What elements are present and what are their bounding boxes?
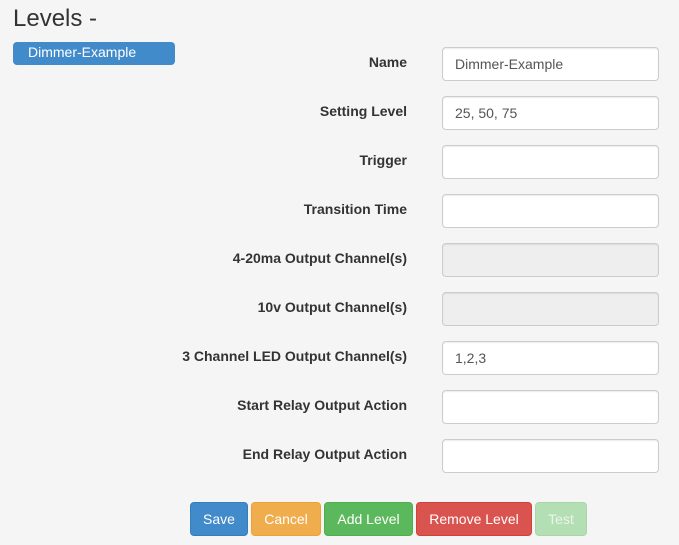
10v-output-input	[442, 292, 659, 326]
setting-level-label: Setting Level	[319, 103, 407, 119]
form-row-10v-output: 10v Output Channel(s)	[0, 292, 679, 326]
test-button: Test	[535, 502, 587, 536]
save-button[interactable]: Save	[190, 502, 248, 536]
10v-output-label: 10v Output Channel(s)	[257, 299, 407, 315]
form-row-start-relay: Start Relay Output Action	[0, 390, 679, 424]
transition-time-input[interactable]	[442, 194, 659, 228]
start-relay-label: Start Relay Output Action	[237, 397, 407, 413]
led-output-input[interactable]	[442, 341, 659, 375]
cancel-button[interactable]: Cancel	[251, 502, 321, 536]
add-level-button[interactable]: Add Level	[324, 502, 413, 536]
name-input[interactable]	[442, 47, 659, 81]
setting-level-input[interactable]	[442, 96, 659, 130]
form-row-end-relay: End Relay Output Action	[0, 439, 679, 473]
form-row-4-20ma-output: 4-20ma Output Channel(s)	[0, 243, 679, 277]
start-relay-input[interactable]	[442, 390, 659, 424]
trigger-input[interactable]	[442, 145, 659, 179]
remove-level-button[interactable]: Remove Level	[416, 502, 532, 536]
4-20ma-output-input	[442, 243, 659, 277]
form-row-setting-level: Setting Level	[0, 96, 679, 130]
name-label: Name	[368, 54, 407, 70]
form-row-transition-time: Transition Time	[0, 194, 679, 228]
form-row-name: Name	[0, 47, 679, 81]
form-row-trigger: Trigger	[0, 145, 679, 179]
transition-time-label: Transition Time	[303, 201, 407, 217]
led-output-label: 3 Channel LED Output Channel(s)	[182, 348, 407, 364]
4-20ma-output-label: 4-20ma Output Channel(s)	[232, 250, 407, 266]
trigger-label: Trigger	[359, 152, 407, 168]
form-row-led-output: 3 Channel LED Output Channel(s)	[0, 341, 679, 375]
end-relay-label: End Relay Output Action	[242, 446, 407, 462]
page-title: Levels -	[13, 5, 98, 32]
end-relay-input[interactable]	[442, 439, 659, 473]
